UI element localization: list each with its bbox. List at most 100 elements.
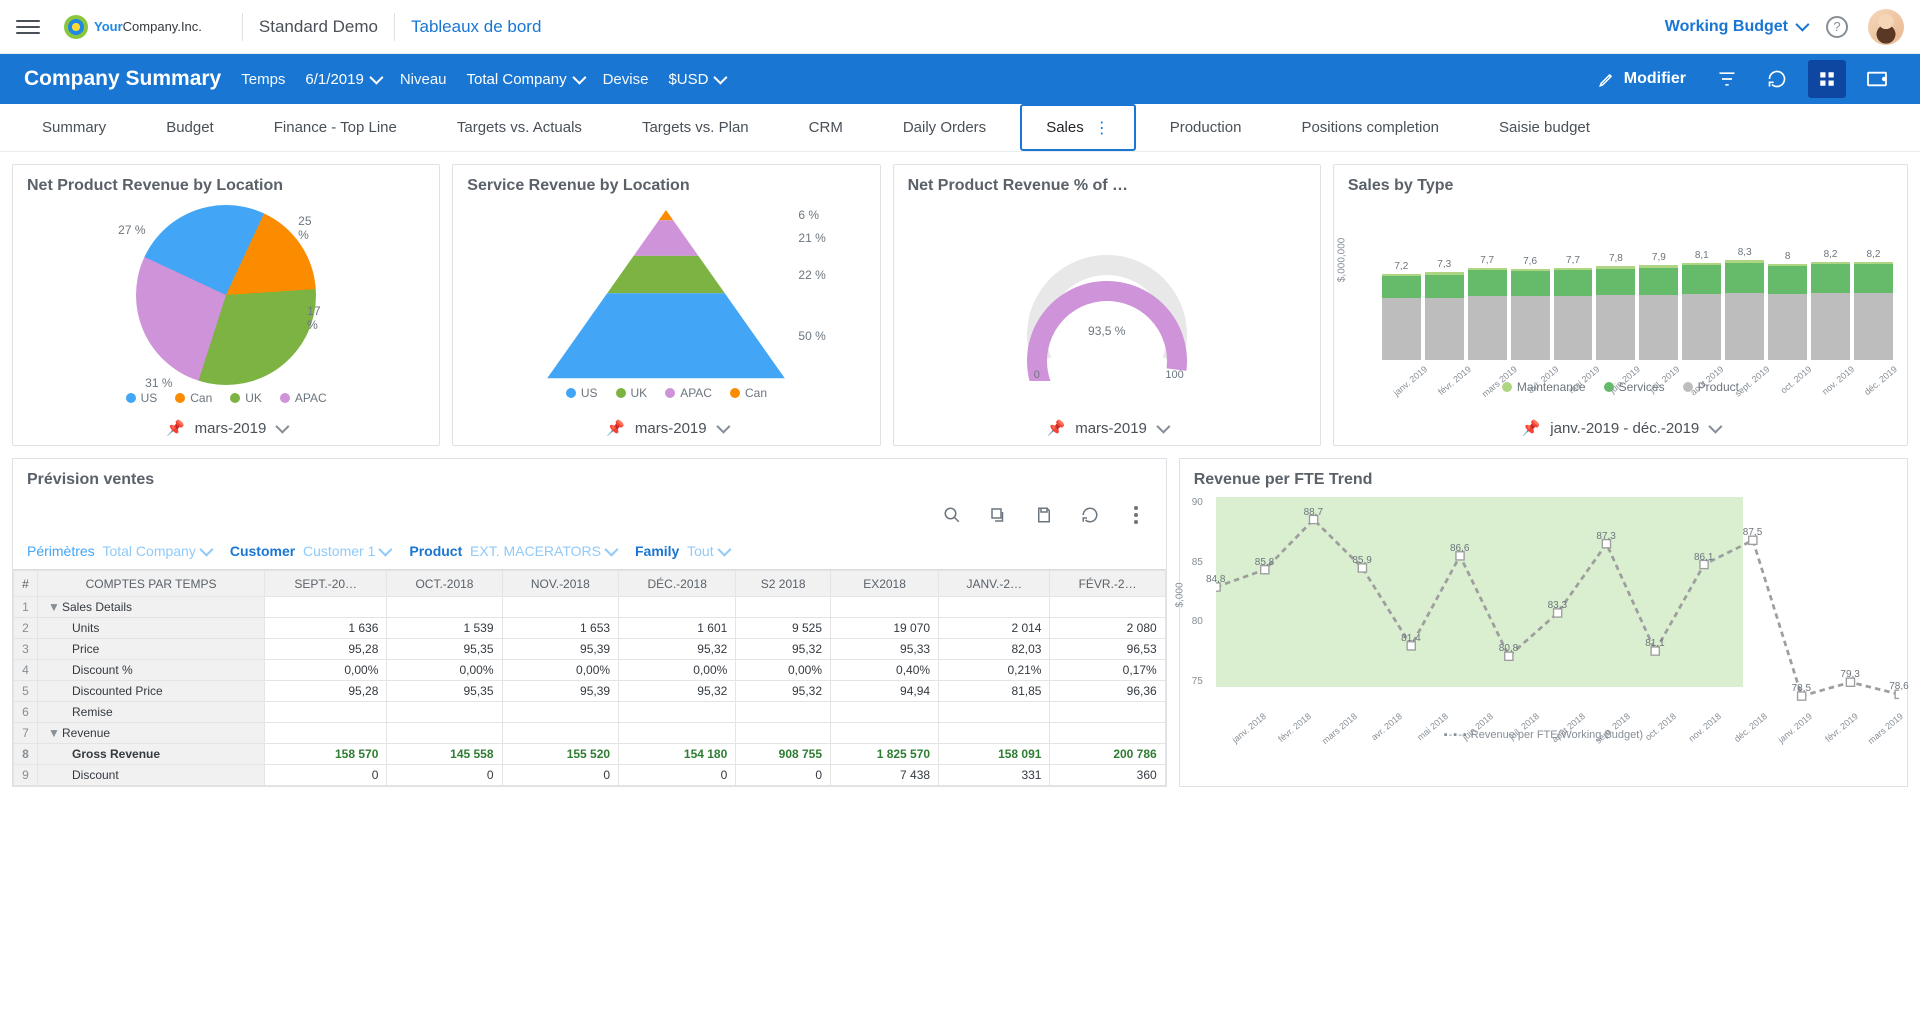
value-cell[interactable] — [939, 723, 1050, 744]
value-cell[interactable] — [831, 702, 939, 723]
tab-summary[interactable]: Summary — [16, 104, 132, 151]
collapse-icon[interactable]: ▼ — [48, 600, 58, 610]
tab-production[interactable]: Production — [1144, 104, 1268, 151]
value-cell[interactable] — [387, 597, 502, 618]
value-cell[interactable]: 158 091 — [939, 744, 1050, 765]
value-cell[interactable]: 2 080 — [1050, 618, 1165, 639]
time-dropdown[interactable]: 6/1/2019 — [305, 71, 379, 88]
value-cell[interactable] — [619, 723, 736, 744]
currency-dropdown[interactable]: $USD — [668, 71, 724, 88]
value-cell[interactable]: 0,21% — [939, 660, 1050, 681]
column-header[interactable]: FÉVR.-2… — [1050, 571, 1165, 597]
value-cell[interactable]: 908 755 — [736, 744, 831, 765]
value-cell[interactable]: 95,39 — [502, 639, 619, 660]
value-cell[interactable]: 154 180 — [619, 744, 736, 765]
tab-saisie-budget[interactable]: Saisie budget — [1473, 104, 1616, 151]
company-logo[interactable]: YourCompany.Inc. — [64, 15, 202, 39]
value-cell[interactable]: 155 520 — [502, 744, 619, 765]
value-cell[interactable]: 0,00% — [502, 660, 619, 681]
value-cell[interactable] — [736, 723, 831, 744]
grid-view-button[interactable] — [1808, 60, 1846, 98]
value-cell[interactable] — [265, 702, 387, 723]
level-dropdown[interactable]: Total Company — [467, 71, 583, 88]
value-cell[interactable]: 95,32 — [619, 681, 736, 702]
column-header[interactable]: COMPTES PAR TEMPS — [38, 571, 265, 597]
table-row[interactable]: 3Price95,2895,3595,3995,3295,3295,3382,0… — [14, 639, 1166, 660]
modify-button[interactable]: Modifier — [1588, 64, 1696, 94]
tab-daily-orders[interactable]: Daily Orders — [877, 104, 1012, 151]
value-cell[interactable]: 96,53 — [1050, 639, 1165, 660]
value-cell[interactable] — [736, 597, 831, 618]
value-cell[interactable]: 1 825 570 — [831, 744, 939, 765]
refresh-button[interactable] — [1758, 60, 1796, 98]
value-cell[interactable]: 200 786 — [1050, 744, 1165, 765]
value-cell[interactable]: 1 601 — [619, 618, 736, 639]
value-cell[interactable]: 95,35 — [387, 639, 502, 660]
legend-item[interactable]: APAC — [280, 391, 327, 405]
save-button[interactable] — [1034, 505, 1054, 525]
value-cell[interactable] — [502, 597, 619, 618]
value-cell[interactable]: 94,94 — [831, 681, 939, 702]
legend-item[interactable]: APAC — [665, 386, 712, 400]
tab-budget[interactable]: Budget — [140, 104, 240, 151]
value-cell[interactable] — [265, 723, 387, 744]
value-cell[interactable]: 2 014 — [939, 618, 1050, 639]
filter-family-dropdown[interactable]: Tout — [687, 543, 727, 559]
value-cell[interactable]: 0,00% — [619, 660, 736, 681]
account-cell[interactable]: Units — [38, 618, 265, 639]
table-row[interactable]: 6Remise — [14, 702, 1166, 723]
legend-item[interactable]: Can — [175, 391, 212, 405]
table-row[interactable]: 2Units1 6361 5391 6531 6019 52519 0702 0… — [14, 618, 1166, 639]
value-cell[interactable]: 0,40% — [831, 660, 939, 681]
card-period-selector[interactable]: 📌 mars-2019 — [13, 411, 439, 445]
value-cell[interactable] — [387, 723, 502, 744]
options-button[interactable] — [988, 505, 1008, 525]
table-row[interactable]: 9Discount000007 438331360 — [14, 765, 1166, 786]
value-cell[interactable]: 0,00% — [387, 660, 502, 681]
value-cell[interactable]: 0,17% — [1050, 660, 1165, 681]
account-cell[interactable]: Price — [38, 639, 265, 660]
value-cell[interactable]: 19 070 — [831, 618, 939, 639]
value-cell[interactable]: 9 525 — [736, 618, 831, 639]
table-row[interactable]: 7▼Revenue — [14, 723, 1166, 744]
value-cell[interactable]: 95,39 — [502, 681, 619, 702]
value-cell[interactable] — [831, 723, 939, 744]
legend-item[interactable]: Can — [730, 386, 767, 400]
column-header[interactable]: DÉC.-2018 — [619, 571, 736, 597]
value-cell[interactable]: 0,00% — [265, 660, 387, 681]
column-header[interactable]: # — [14, 571, 38, 597]
value-cell[interactable]: 0 — [619, 765, 736, 786]
value-cell[interactable] — [1050, 597, 1165, 618]
column-header[interactable]: SEPT.-20… — [265, 571, 387, 597]
column-header[interactable]: OCT.-2018 — [387, 571, 502, 597]
value-cell[interactable]: 0 — [736, 765, 831, 786]
value-cell[interactable]: 95,28 — [265, 639, 387, 660]
value-cell[interactable]: 360 — [1050, 765, 1165, 786]
filter-scope-dropdown[interactable]: Total Company — [102, 543, 209, 559]
value-cell[interactable] — [619, 597, 736, 618]
value-cell[interactable]: 0 — [265, 765, 387, 786]
account-cell[interactable]: Discounted Price — [38, 681, 265, 702]
column-header[interactable]: NOV.-2018 — [502, 571, 619, 597]
legend-item[interactable]: UK — [616, 386, 648, 400]
sheet-grid[interactable]: #COMPTES PAR TEMPSSEPT.-20…OCT.-2018NOV.… — [13, 569, 1166, 786]
value-cell[interactable]: 82,03 — [939, 639, 1050, 660]
collapse-icon[interactable]: ▼ — [48, 726, 58, 736]
table-row[interactable]: 8Gross Revenue158 570145 558155 520154 1… — [14, 744, 1166, 765]
table-row[interactable]: 5Discounted Price95,2895,3595,3995,3295,… — [14, 681, 1166, 702]
hamburger-menu-icon[interactable] — [16, 15, 40, 39]
tab-sales[interactable]: Sales⋮ — [1020, 104, 1136, 151]
filter-product-dropdown[interactable]: EXT. MACERATORS — [470, 543, 615, 559]
value-cell[interactable]: 7 438 — [831, 765, 939, 786]
refresh-sheet-button[interactable] — [1080, 505, 1100, 525]
value-cell[interactable]: 81,85 — [939, 681, 1050, 702]
value-cell[interactable]: 158 570 — [265, 744, 387, 765]
value-cell[interactable] — [939, 702, 1050, 723]
more-button[interactable] — [1126, 505, 1146, 525]
help-icon[interactable]: ? — [1826, 16, 1848, 38]
value-cell[interactable]: 95,32 — [736, 639, 831, 660]
value-cell[interactable]: 95,28 — [265, 681, 387, 702]
value-cell[interactable] — [265, 597, 387, 618]
table-row[interactable]: 1▼Sales Details — [14, 597, 1166, 618]
value-cell[interactable]: 1 539 — [387, 618, 502, 639]
